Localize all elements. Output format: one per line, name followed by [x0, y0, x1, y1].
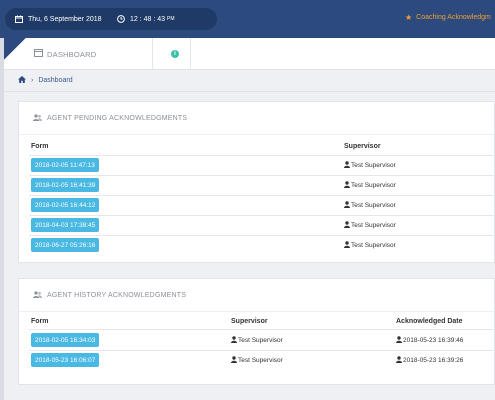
users-icon [33, 113, 47, 123]
home-icon[interactable] [18, 76, 26, 85]
form-link[interactable]: 2018-04-03 17:38:45 [31, 218, 100, 232]
breadcrumb-current[interactable]: Dashboard [38, 77, 72, 84]
supervisor-name: Test Supervisor [351, 201, 396, 209]
column-header-supervisor: Supervisor [344, 143, 381, 150]
supervisor-name: Test Supervisor [351, 221, 396, 229]
user-icon [344, 240, 351, 250]
breadcrumb: › Dashboard [4, 70, 495, 92]
form-link[interactable]: 2018-05-23 16:06:07 [31, 353, 100, 367]
user-icon [231, 355, 238, 365]
top-bar: Thu, 6 September 2018 12 : 48 : 43 PM ★ … [0, 0, 495, 38]
user-icon [344, 180, 351, 190]
history-title: AGENT HISTORY ACKNOWLEDGMENTS [47, 291, 187, 299]
header-divider [152, 38, 153, 70]
form-link[interactable]: 2018-02-05 16:41:39 [31, 178, 100, 192]
clock-icon [117, 15, 125, 23]
row-divider [29, 195, 495, 196]
supervisor-cell: Test Supervisor [344, 198, 396, 212]
row-divider [29, 175, 495, 176]
logo [4, 38, 26, 60]
page-header: DASHBOARD i [4, 38, 495, 70]
supervisor-cell: Test Supervisor [344, 238, 396, 252]
row-divider [29, 350, 495, 351]
column-header-acknowledged-date: Acknowledged Date [396, 318, 463, 325]
supervisor-name: Test Supervisor [351, 161, 396, 169]
ampm-text: PM [167, 16, 175, 22]
acknowledged-date: 2018-05-23 16:39:26 [403, 356, 464, 364]
info-icon[interactable]: i [171, 50, 179, 58]
column-header-form: Form [31, 318, 49, 325]
supervisor-name: Test Supervisor [238, 336, 283, 344]
dashboard-window-icon [34, 49, 47, 59]
user-icon [396, 355, 403, 365]
calendar-icon [15, 15, 23, 23]
time-display: 12 : 48 : 43 PM [117, 8, 175, 30]
date-display: Thu, 6 September 2018 [15, 8, 102, 30]
panel-title: AGENT PENDING ACKNOWLEDGMENTS [33, 102, 187, 134]
column-header-supervisor: Supervisor [231, 318, 268, 325]
supervisor-cell: Test Supervisor [231, 353, 283, 367]
form-link[interactable]: 2018-02-05 16:44:12 [31, 198, 100, 212]
panel-divider [19, 311, 494, 312]
acknowledged-date-cell: 2018-05-23 16:39:26 [396, 353, 463, 367]
tab-dashboard[interactable]: DASHBOARD [34, 38, 96, 70]
chevron-right-icon: › [31, 77, 34, 84]
user-icon [344, 160, 351, 170]
user-icon [344, 200, 351, 210]
panel-divider [19, 134, 494, 135]
user-icon [231, 335, 238, 345]
column-header-form: Form [31, 143, 49, 150]
history-acknowledgments-panel: AGENT HISTORY ACKNOWLEDGMENTS Form Super… [18, 278, 495, 385]
pending-title: AGENT PENDING ACKNOWLEDGMENTS [47, 114, 188, 122]
supervisor-name: Test Supervisor [238, 356, 283, 364]
supervisor-cell: Test Supervisor [344, 218, 396, 232]
supervisor-cell: Test Supervisor [344, 178, 396, 192]
supervisor-name: Test Supervisor [351, 241, 396, 249]
row-divider [29, 155, 495, 156]
tab-dashboard-label: DASHBOARD [47, 49, 97, 59]
sidebar-collapsed [0, 38, 4, 400]
acknowledged-date: 2018-05-23 16:39:46 [403, 336, 464, 344]
form-link[interactable]: 2018-02-05 16:34:03 [31, 333, 100, 347]
supervisor-name: Test Supervisor [351, 181, 396, 189]
row-divider [29, 215, 495, 216]
supervisor-cell: Test Supervisor [344, 158, 396, 172]
coaching-acknowledgment-link[interactable]: ★ Coaching Acknowledgm [405, 13, 491, 22]
form-link[interactable]: 2018-06-27 05:26:16 [31, 238, 100, 252]
row-divider [29, 235, 495, 236]
row-divider [29, 329, 495, 330]
supervisor-cell: Test Supervisor [231, 333, 283, 347]
star-icon: ★ [405, 13, 413, 22]
panel-title: AGENT HISTORY ACKNOWLEDGMENTS [33, 279, 186, 311]
datetime-pill: Thu, 6 September 2018 12 : 48 : 43 PM [5, 8, 217, 30]
acknowledged-date-cell: 2018-05-23 16:39:46 [396, 333, 463, 347]
date-text: Thu, 6 September 2018 [28, 15, 102, 23]
coaching-link-label: Coaching Acknowledgm [416, 14, 491, 21]
pending-acknowledgments-panel: AGENT PENDING ACKNOWLEDGMENTS Form Super… [18, 101, 495, 263]
users-icon [33, 290, 47, 300]
user-icon [396, 335, 403, 345]
form-link[interactable]: 2018-02-05 11:47:13 [31, 158, 99, 172]
header-divider [190, 38, 191, 70]
time-text: 12 : 48 : 43 [130, 15, 166, 23]
user-icon [344, 220, 351, 230]
